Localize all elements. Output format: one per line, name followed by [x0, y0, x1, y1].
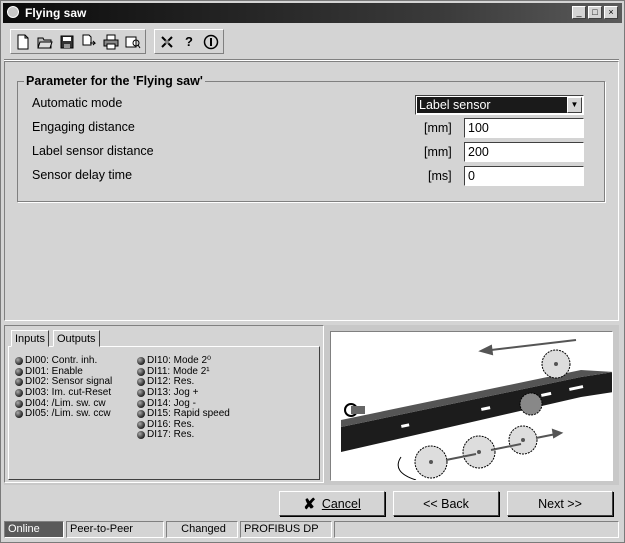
status-bar: Online Peer-to-Peer Changed PROFIBUS DP	[4, 521, 619, 538]
close-button[interactable]: ×	[604, 6, 618, 19]
inputs-right-column: DI10: Mode 2⁰ DI11: Mode 2¹ DI12: Res. D…	[137, 356, 230, 441]
automatic-mode-value: Label sensor	[417, 97, 567, 113]
app-icon	[7, 6, 19, 18]
window-title: Flying saw	[25, 6, 87, 20]
input-row: DI15: Rapid speed	[137, 409, 230, 420]
input-row: DI10: Mode 2⁰	[137, 356, 230, 367]
flying-saw-illustration	[330, 331, 613, 481]
input-label: DI16: Res.	[147, 418, 195, 430]
status-bus: PROFIBUS DP	[240, 521, 332, 538]
tab-outputs[interactable]: Outputs	[53, 330, 100, 347]
print-preview-icon[interactable]	[122, 31, 144, 52]
led-icon	[137, 399, 145, 408]
input-row: DI03: Im. cut-Reset	[15, 388, 112, 399]
title-bar: Flying saw _ □ ×	[3, 3, 622, 23]
led-icon	[137, 367, 145, 376]
input-label: DI03: Im. cut-Reset	[25, 387, 112, 399]
led-icon	[137, 431, 145, 440]
input-row: DI00: Contr. inh.	[15, 356, 112, 367]
tab-inputs[interactable]: Inputs	[11, 330, 49, 347]
led-icon	[137, 378, 145, 387]
input-label: DI14: Jog -	[147, 397, 196, 409]
close-icon: ✘	[303, 495, 316, 513]
automatic-mode-select[interactable]: Label sensor ▼	[415, 95, 584, 115]
input-label: DI00: Contr. inh.	[25, 355, 98, 367]
led-icon	[15, 378, 23, 387]
toolbar: ?	[10, 29, 232, 54]
automatic-mode-label: Automatic mode	[32, 96, 123, 110]
minimize-button[interactable]: _	[572, 6, 586, 19]
label-sensor-distance-label: Label sensor distance	[32, 144, 154, 158]
label-sensor-distance-input[interactable]: 200	[464, 142, 584, 162]
cancel-button[interactable]: ✘ Cancel	[279, 491, 385, 516]
led-icon	[137, 410, 145, 419]
status-online: Online	[4, 521, 64, 538]
open-folder-icon[interactable]	[34, 31, 56, 52]
input-row: DI13: Jog +	[137, 388, 230, 399]
input-label: DI17: Res.	[147, 429, 195, 441]
input-label: DI01: Enable	[25, 365, 83, 377]
led-icon	[137, 389, 145, 398]
maximize-button[interactable]: □	[588, 6, 602, 19]
led-icon	[15, 357, 23, 366]
info-icon[interactable]	[200, 31, 222, 52]
status-empty	[334, 521, 619, 538]
save-icon[interactable]	[56, 31, 78, 52]
status-changed: Changed	[166, 521, 238, 538]
export-file-icon[interactable]	[78, 31, 100, 52]
led-icon	[15, 367, 23, 376]
next-button[interactable]: Next >>	[507, 491, 613, 516]
cancel-label: Cancel	[321, 496, 361, 511]
input-label: DI04: /Lim. sw. cw	[25, 397, 106, 409]
led-icon	[15, 410, 23, 419]
chevron-down-icon[interactable]: ▼	[567, 97, 582, 113]
engaging-distance-unit: [mm]	[424, 121, 452, 135]
tools-icon[interactable]	[156, 31, 178, 52]
print-icon[interactable]	[100, 31, 122, 52]
sensor-delay-time-label: Sensor delay time	[32, 168, 133, 182]
parameter-group-title: Parameter for the 'Flying saw'	[24, 74, 205, 88]
engaging-distance-label: Engaging distance	[32, 120, 135, 134]
led-icon	[15, 389, 23, 398]
input-label: DI13: Jog +	[147, 387, 199, 399]
engaging-distance-input[interactable]: 100	[464, 118, 584, 138]
led-icon	[15, 399, 23, 408]
input-label: DI02: Sensor signal	[25, 376, 113, 388]
input-label: DI15: Rapid speed	[147, 408, 230, 420]
input-row: DI05: /Lim. sw. ccw	[15, 409, 112, 420]
inputs-left-column: DI00: Contr. inh. DI01: Enable DI02: Sen…	[15, 356, 112, 420]
input-label: DI10: Mode 2⁰	[147, 355, 212, 367]
led-icon	[137, 357, 145, 366]
input-row: DI17: Res.	[137, 430, 230, 441]
help-icon[interactable]: ?	[178, 31, 200, 52]
input-label: DI12: Res.	[147, 376, 195, 388]
status-connection: Peer-to-Peer	[66, 521, 164, 538]
label-sensor-distance-unit: [mm]	[424, 145, 452, 159]
input-label: DI11: Mode 2¹	[147, 365, 210, 377]
new-file-icon[interactable]	[12, 31, 34, 52]
input-label: DI05: /Lim. sw. ccw	[25, 408, 111, 420]
sensor-delay-time-input[interactable]: 0	[464, 166, 584, 186]
back-button[interactable]: << Back	[393, 491, 499, 516]
sensor-delay-time-unit: [ms]	[428, 169, 452, 183]
led-icon	[137, 420, 145, 429]
